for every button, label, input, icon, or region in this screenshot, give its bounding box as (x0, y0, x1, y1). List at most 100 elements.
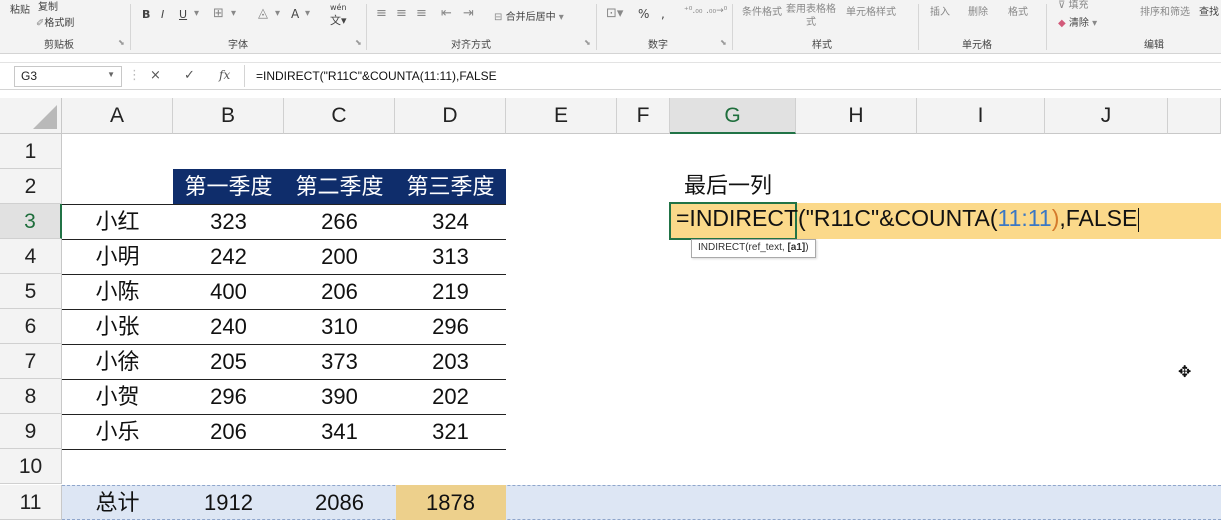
name-cell[interactable]: 小明 (62, 239, 173, 274)
currency-icon[interactable]: ⊡▾ (606, 6, 623, 21)
in-cell-formula[interactable]: =INDIRECT("R11C"&COUNTA(11:11),FALSE (676, 205, 1140, 232)
column-header-a[interactable]: A (62, 98, 173, 134)
phonetic-button[interactable]: wén (330, 3, 347, 12)
clear-button[interactable]: ◆ 清除 ▾ (1058, 14, 1097, 29)
align-left-icon[interactable]: ≡ (376, 6, 387, 21)
chevron-down-icon[interactable]: ▾ (231, 8, 236, 19)
value-cell[interactable]: 202 (395, 379, 506, 414)
value-cell[interactable]: 296 (173, 379, 284, 414)
column-header-d[interactable]: D (395, 98, 506, 134)
total-value-cell[interactable]: 1878 (395, 485, 506, 520)
column-header-k[interactable] (1168, 98, 1221, 134)
name-cell[interactable]: 小乐 (62, 414, 173, 449)
column-header-j[interactable]: J (1045, 98, 1168, 134)
row-header-3[interactable]: 3 (0, 204, 62, 239)
name-cell[interactable]: 小徐 (62, 344, 173, 379)
paste-button[interactable]: 粘贴 (10, 1, 30, 16)
column-header-g[interactable]: G (670, 98, 796, 134)
decrease-decimal-icon[interactable]: .₀₀→⁰ (706, 6, 727, 16)
value-cell[interactable]: 242 (173, 239, 284, 274)
underline-button[interactable]: U (179, 8, 187, 21)
formula-input[interactable]: =INDIRECT("R11C"&COUNTA(11:11),FALSE (256, 69, 497, 83)
value-cell[interactable]: 373 (284, 344, 395, 379)
column-header-i[interactable]: I (917, 98, 1045, 134)
row-header-2[interactable]: 2 (0, 169, 62, 204)
column-header-b[interactable]: B (173, 98, 284, 134)
name-cell[interactable]: 小贺 (62, 379, 173, 414)
chevron-down-icon[interactable]: ▾ (194, 8, 199, 19)
chevron-down-icon[interactable]: ▼ (107, 70, 115, 79)
header-cell-q1[interactable]: 第一季度 (173, 169, 284, 204)
merge-center-button[interactable]: ⊟ 合并后居中 ▾ (494, 8, 564, 23)
value-cell[interactable]: 313 (395, 239, 506, 274)
format-button[interactable]: 格式 (1008, 3, 1028, 18)
fill-color-icon[interactable]: ◬ (258, 6, 268, 21)
chevron-down-icon[interactable]: ▾ (305, 8, 310, 19)
font-color-button[interactable]: A (291, 7, 299, 21)
row-header-9[interactable]: 9 (0, 414, 62, 449)
row-header-7[interactable]: 7 (0, 344, 62, 379)
value-cell[interactable]: 324 (395, 204, 506, 239)
name-cell[interactable]: 小张 (62, 309, 173, 344)
find-button[interactable]: 查找 (1199, 3, 1219, 18)
row-header-11[interactable]: 11 (0, 485, 62, 520)
row-header-8[interactable]: 8 (0, 379, 62, 414)
value-cell[interactable]: 205 (173, 344, 284, 379)
value-cell[interactable]: 400 (173, 274, 284, 309)
clipboard-launcher-icon[interactable]: ⬊ (118, 38, 125, 47)
copy-button[interactable]: 复制 (38, 0, 58, 13)
total-label-cell[interactable]: 总计 (62, 485, 173, 520)
insert-function-icon[interactable]: fx (219, 68, 230, 82)
value-cell[interactable]: 266 (284, 204, 395, 239)
name-cell[interactable]: 小陈 (62, 274, 173, 309)
cell-g2-label[interactable]: 最后一列 (684, 168, 772, 200)
value-cell[interactable]: 390 (284, 379, 395, 414)
sort-filter-button[interactable]: 排序和筛选 (1140, 3, 1190, 18)
row-header-1[interactable]: 1 (0, 134, 62, 169)
align-right-icon[interactable]: ≡ (416, 6, 427, 21)
font-launcher-icon[interactable]: ⬊ (355, 38, 362, 47)
value-cell[interactable]: 341 (284, 414, 395, 449)
enter-icon[interactable]: ✓ (184, 68, 195, 83)
value-cell[interactable]: 219 (395, 274, 506, 309)
chevron-down-icon[interactable]: ▾ (275, 8, 280, 19)
format-painter-button[interactable]: ✐格式刷 (36, 14, 74, 29)
row-header-10[interactable]: 10 (0, 449, 62, 484)
table-format-button[interactable]: 套用表格格式 (786, 3, 836, 29)
value-cell[interactable]: 200 (284, 239, 395, 274)
value-cell[interactable]: 206 (284, 274, 395, 309)
header-cell-q3[interactable]: 第三季度 (395, 169, 506, 204)
align-center-icon[interactable]: ≡ (396, 6, 407, 21)
value-cell[interactable]: 321 (395, 414, 506, 449)
conditional-format-button[interactable]: 条件格式 (742, 3, 782, 18)
comma-button[interactable]: , (661, 7, 665, 21)
value-cell[interactable]: 206 (173, 414, 284, 449)
row-header-5[interactable]: 5 (0, 274, 62, 309)
optional-argument[interactable]: [a1] (787, 242, 805, 253)
cancel-icon[interactable]: × (150, 68, 161, 83)
bold-button[interactable]: B (142, 8, 150, 21)
value-cell[interactable]: 296 (395, 309, 506, 344)
value-cell[interactable]: 240 (173, 309, 284, 344)
fill-button[interactable]: ⊽ 填充 (1058, 0, 1089, 11)
name-cell[interactable]: 小红 (62, 204, 173, 239)
italic-button[interactable]: I (161, 8, 164, 21)
drag-handle-icon[interactable]: ⋮ (128, 68, 141, 83)
border-icon[interactable]: ⊞ (213, 6, 224, 21)
select-all-button[interactable] (0, 98, 62, 134)
header-cell-q2[interactable]: 第二季度 (284, 169, 395, 204)
total-value-cell[interactable]: 1912 (173, 485, 284, 520)
spreadsheet-grid[interactable]: A B C D E F G H I J 1 2 3 4 5 6 7 8 9 10… (0, 98, 1221, 528)
column-header-c[interactable]: C (284, 98, 395, 134)
decrease-indent-icon[interactable]: ⇤ (441, 6, 452, 21)
column-header-h[interactable]: H (796, 98, 917, 134)
column-header-f[interactable]: F (617, 98, 670, 134)
cell-styles-button[interactable]: 单元格样式 (846, 3, 896, 18)
row-header-6[interactable]: 6 (0, 309, 62, 344)
increase-decimal-icon[interactable]: ⁺⁰.₀₀ (684, 6, 702, 16)
alignment-launcher-icon[interactable]: ⬊ (584, 38, 591, 47)
row-header-4[interactable]: 4 (0, 239, 62, 274)
number-launcher-icon[interactable]: ⬊ (720, 38, 727, 47)
column-header-e[interactable]: E (506, 98, 617, 134)
delete-button[interactable]: 删除 (968, 3, 988, 18)
